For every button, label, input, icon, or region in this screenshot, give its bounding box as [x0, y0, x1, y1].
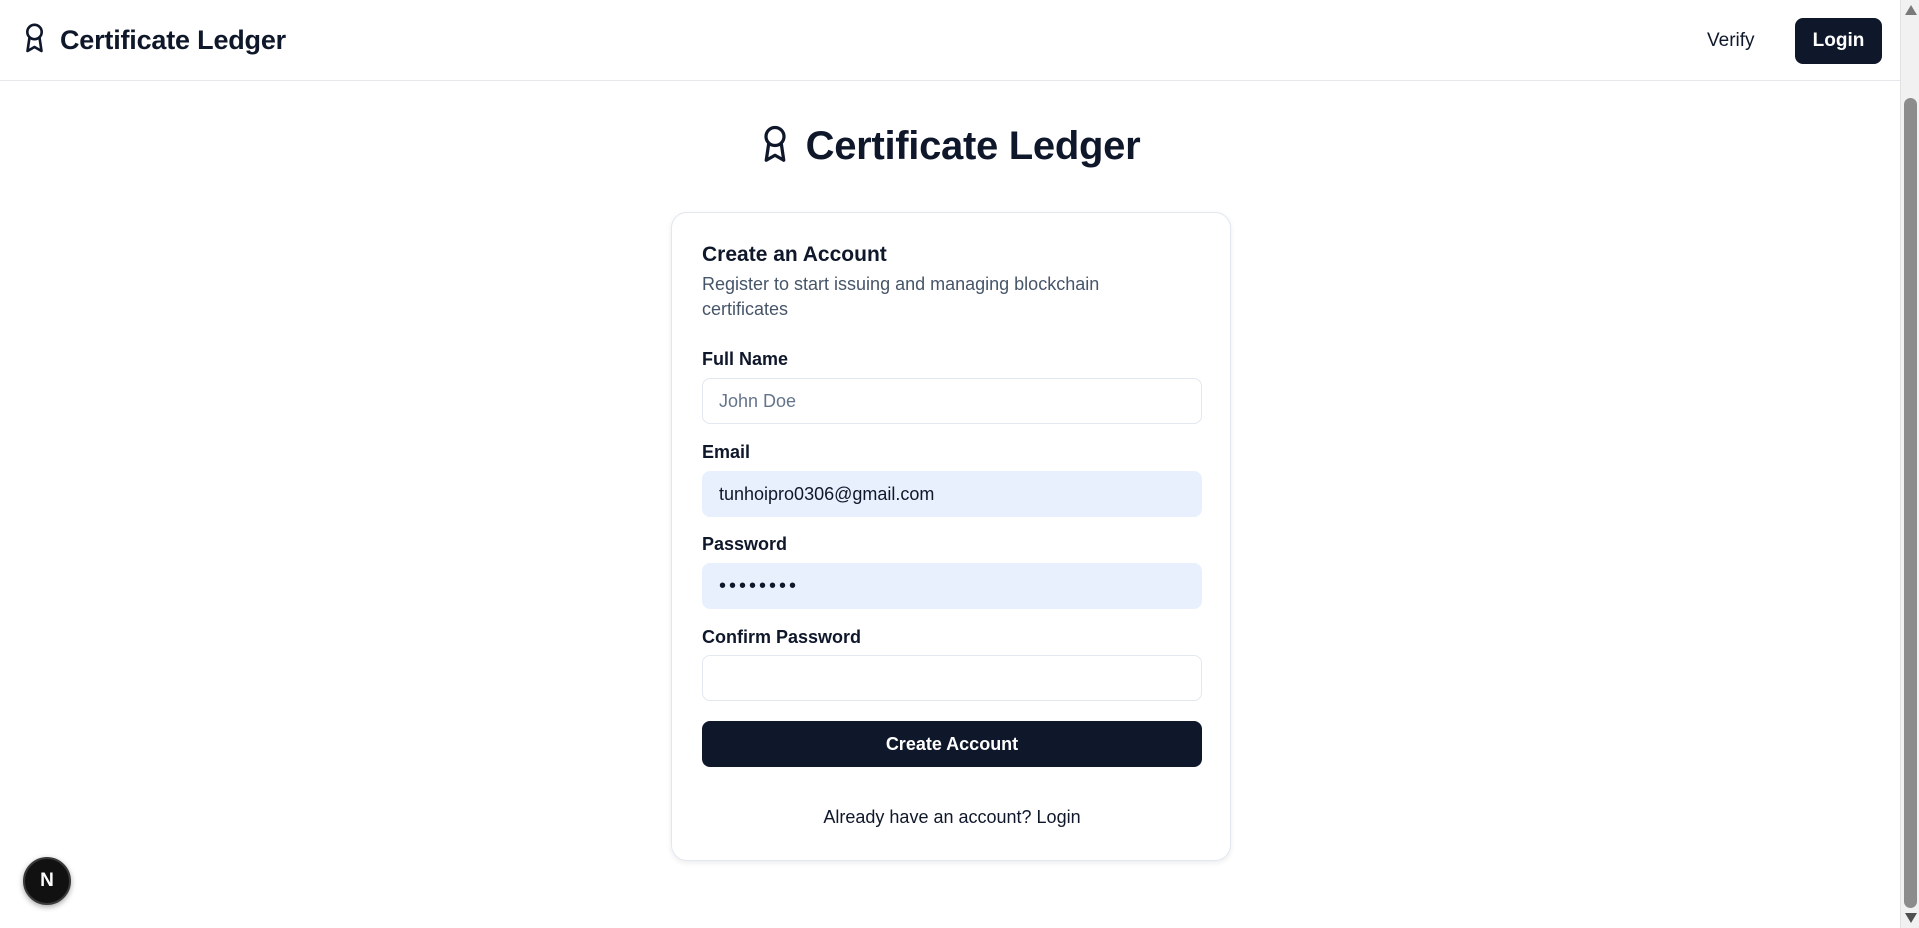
- login-prompt: Already have an account? Login: [672, 807, 1232, 828]
- page-title: Certificate Ledger: [0, 124, 1900, 169]
- login-prompt-text: Already have an account?: [823, 807, 1037, 827]
- card-description: Register to start issuing and managing b…: [702, 274, 1100, 319]
- nav-verify-link[interactable]: Verify: [1693, 26, 1769, 56]
- password-label: Password: [702, 534, 788, 554]
- create-account-button[interactable]: Create Account: [702, 721, 1202, 767]
- nextjs-dev-badge[interactable]: N: [23, 857, 71, 905]
- password-input[interactable]: [702, 563, 1202, 609]
- viewport: Certificate Ledger Verify Login Certific…: [0, 0, 1900, 928]
- scroll-up-arrow-icon[interactable]: [1905, 5, 1917, 15]
- top-nav-bar: Certificate Ledger Verify Login: [0, 0, 1900, 81]
- confirm-password-input[interactable]: [702, 655, 1202, 701]
- email-label: Email: [702, 442, 751, 462]
- brand[interactable]: Certificate Ledger: [22, 22, 286, 59]
- page-title-text: Certificate Ledger: [805, 124, 1141, 168]
- card-title: Create an Account: [702, 243, 887, 266]
- brand-name: Certificate Ledger: [60, 25, 286, 55]
- email-input[interactable]: [702, 471, 1202, 517]
- scrollbar-thumb[interactable]: [1904, 98, 1917, 908]
- login-link[interactable]: Login: [1037, 807, 1081, 827]
- award-icon: [22, 22, 47, 59]
- full-name-input[interactable]: [702, 378, 1202, 424]
- page-scrollbar[interactable]: [1900, 0, 1919, 928]
- register-card: Create an Account Register to start issu…: [671, 212, 1231, 861]
- confirm-password-label: Confirm Password: [702, 627, 862, 647]
- nav-login-button[interactable]: Login: [1795, 18, 1882, 64]
- full-name-label: Full Name: [702, 349, 789, 369]
- award-icon: [760, 124, 790, 169]
- scroll-down-arrow-icon[interactable]: [1905, 913, 1917, 923]
